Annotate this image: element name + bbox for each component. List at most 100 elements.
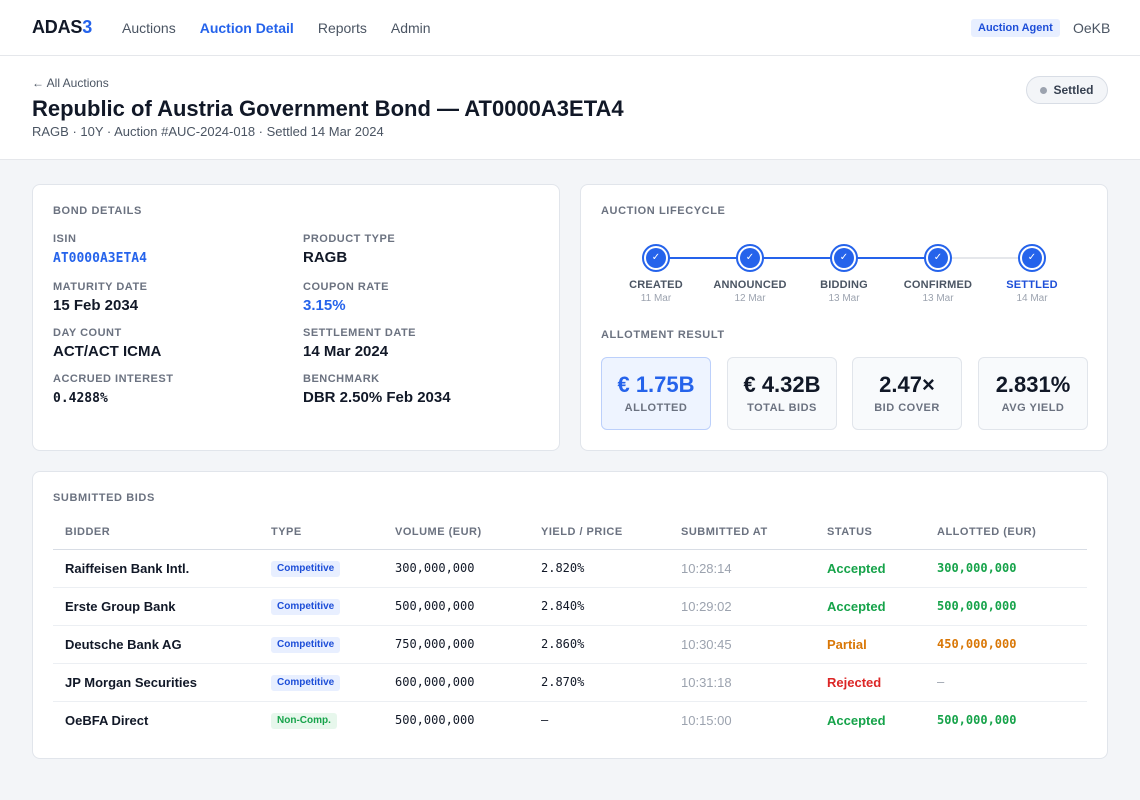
cell-submitted: 10:15:00	[681, 712, 732, 728]
back-link[interactable]: ← All Auctions	[32, 76, 109, 90]
cell-bidder: OeBFA Direct	[65, 712, 149, 728]
table-row[interactable]: Deutsche Bank AG Competitive 750,000,000…	[53, 625, 1087, 664]
accrued-value: 0.4288%	[53, 391, 108, 406]
step-circle: ✓	[642, 244, 670, 272]
isin-value: AT0000A3ETA4	[53, 251, 147, 266]
cell-status: Partial	[815, 625, 925, 664]
nav-item-reports[interactable]: Reports	[318, 20, 367, 36]
step-date: 13 Mar	[828, 293, 860, 304]
type-badge: Competitive	[271, 599, 341, 615]
role-badge: Auction Agent	[971, 19, 1060, 37]
stat-value: € 4.32B	[743, 372, 821, 397]
stat-bid-cover: 2.47× BID COVER	[852, 357, 962, 430]
step-date: 14 Mar	[1016, 293, 1048, 304]
step-name: CREATED	[629, 279, 683, 291]
page-header: ← All Auctions Republic of Austria Gover…	[0, 56, 1140, 160]
nav-item-auctions[interactable]: Auctions	[122, 20, 176, 36]
cell-bidder: Erste Group Bank	[53, 587, 259, 626]
cell-volume: 500,000,000	[383, 587, 529, 626]
col-header-allotted[interactable]: ALLOTTED (EUR)	[925, 516, 1087, 550]
cell-type: Competitive	[259, 625, 383, 664]
coupon-value: 3.15%	[303, 297, 346, 314]
lifecycle-step-announced: ✓ ANNOUNCED 12 Mar	[705, 244, 795, 304]
cell-allotted: 300,000,000	[925, 549, 1087, 588]
benchmark-label: BENCHMARK	[303, 373, 380, 385]
cell-submitted: 10:28:14	[669, 549, 815, 588]
col-header-status[interactable]: STATUS	[815, 516, 925, 550]
main-nav: Auctions Auction Detail Reports Admin	[122, 20, 431, 36]
cell-type: Competitive	[259, 549, 383, 588]
day-count-field: DAY COUNT ACT/ACT ICMA	[53, 327, 161, 360]
cell-type: Competitive	[259, 663, 383, 702]
col-header-submitted[interactable]: SUBMITTED AT	[669, 516, 815, 550]
accrued-field: ACCRUED INTEREST 0.4288%	[53, 373, 173, 406]
logo-text: ADAS	[32, 17, 83, 37]
col-header-yield[interactable]: YIELD / PRICE	[529, 516, 669, 550]
table-row[interactable]: Erste Group Bank Competitive 500,000,000…	[53, 587, 1087, 626]
col-header-volume[interactable]: VOLUME (EUR)	[383, 516, 529, 550]
cell-type: Competitive	[259, 587, 383, 626]
stat-allotted: € 1.75B ALLOTTED	[601, 357, 711, 430]
app-logo[interactable]: ADAS3	[32, 17, 92, 38]
user-menu[interactable]: OeKB	[1073, 20, 1110, 36]
settlement-value: 14 Mar 2024	[303, 343, 389, 360]
cell-allotted: –	[925, 663, 1087, 702]
stat-value: € 1.75B	[617, 372, 695, 397]
status-badge-label: Settled	[1053, 83, 1094, 97]
top-bar: ADAS3 Auctions Auction Detail Reports Ad…	[0, 0, 1140, 56]
settlement-label: SETTLEMENT DATE	[303, 327, 417, 339]
cell-status: Accepted	[815, 587, 925, 626]
back-arrow-icon: ←	[32, 76, 44, 90]
bond-details-card: BOND DETAILS ISIN AT0000A3ETA4 PRODUCT T…	[32, 184, 560, 451]
lifecycle-title: AUCTION LIFECYCLE	[601, 205, 726, 217]
cell-yield: 2.820%	[529, 549, 669, 588]
cell-allotted: 500,000,000	[937, 713, 1017, 728]
stat-label: ALLOTTED	[624, 402, 688, 414]
stat-value: 2.47×	[879, 372, 935, 397]
allotment-title: ALLOTMENT RESULT	[601, 329, 725, 341]
benchmark-value: DBR 2.50% Feb 2034	[303, 389, 451, 406]
stat-label: BID COVER	[874, 402, 940, 414]
step-date: 13 Mar	[922, 293, 954, 304]
isin-label: ISIN	[53, 233, 77, 245]
step-name: BIDDING	[820, 279, 868, 291]
table-row[interactable]: OeBFA Direct Non-Comp. 500,000,000 – 10:…	[53, 701, 1087, 739]
type-badge: Competitive	[271, 637, 341, 653]
cell-bidder: Deutsche Bank AG	[53, 625, 259, 664]
check-icon: ✓	[1022, 248, 1042, 268]
table-header-row: BIDDER TYPE VOLUME (EUR) YIELD / PRICE S…	[53, 516, 1087, 550]
product-type-field: PRODUCT TYPE RAGB	[303, 233, 395, 266]
lifecycle-step-settled: ✓ SETTLED 14 Mar	[987, 244, 1077, 304]
nav-item-admin[interactable]: Admin	[391, 20, 431, 36]
status-dot-icon	[1040, 86, 1048, 94]
maturity-field: MATURITY DATE 15 Feb 2034	[53, 281, 148, 314]
page-title: Republic of Austria Government Bond — AT…	[32, 96, 624, 121]
step-name: SETTLED	[1006, 279, 1058, 291]
col-header-type[interactable]: TYPE	[259, 516, 383, 550]
nav-item-auction-detail[interactable]: Auction Detail	[200, 20, 294, 36]
table-row[interactable]: Raiffeisen Bank Intl. Competitive 300,00…	[53, 549, 1087, 588]
bids-table: BIDDER TYPE VOLUME (EUR) YIELD / PRICE S…	[53, 516, 1087, 739]
step-date: 11 Mar	[640, 293, 672, 304]
coupon-label: COUPON RATE	[303, 281, 389, 293]
bids-card: SUBMITTED BIDS BIDDER TYPE VOLUME (EUR) …	[32, 471, 1108, 759]
check-icon: ✓	[928, 248, 948, 268]
isin-field: ISIN AT0000A3ETA4	[53, 233, 147, 266]
cell-yield: 2.840%	[529, 587, 669, 626]
cell-yield: 2.870%	[529, 663, 669, 702]
cell-status: Accepted	[815, 549, 925, 588]
stat-label: AVG YIELD	[1001, 402, 1065, 414]
col-header-bidder[interactable]: BIDDER	[53, 516, 259, 550]
bond-details-title: BOND DETAILS	[53, 205, 142, 217]
table-row[interactable]: JP Morgan Securities Competitive 600,000…	[53, 663, 1087, 702]
cell-allotted: 450,000,000	[925, 625, 1087, 664]
check-icon: ✓	[740, 248, 760, 268]
status-badge: Settled	[1026, 76, 1108, 104]
cell-bidder: Raiffeisen Bank Intl.	[53, 549, 259, 588]
cell-volume: 750,000,000	[383, 625, 529, 664]
cell-status: Accepted	[827, 712, 886, 728]
maturity-value: 15 Feb 2034	[53, 297, 139, 314]
type-badge: Non-Comp.	[271, 713, 337, 730]
check-icon: ✓	[834, 248, 854, 268]
stat-avg-yield: 2.831% AVG YIELD	[978, 357, 1088, 430]
